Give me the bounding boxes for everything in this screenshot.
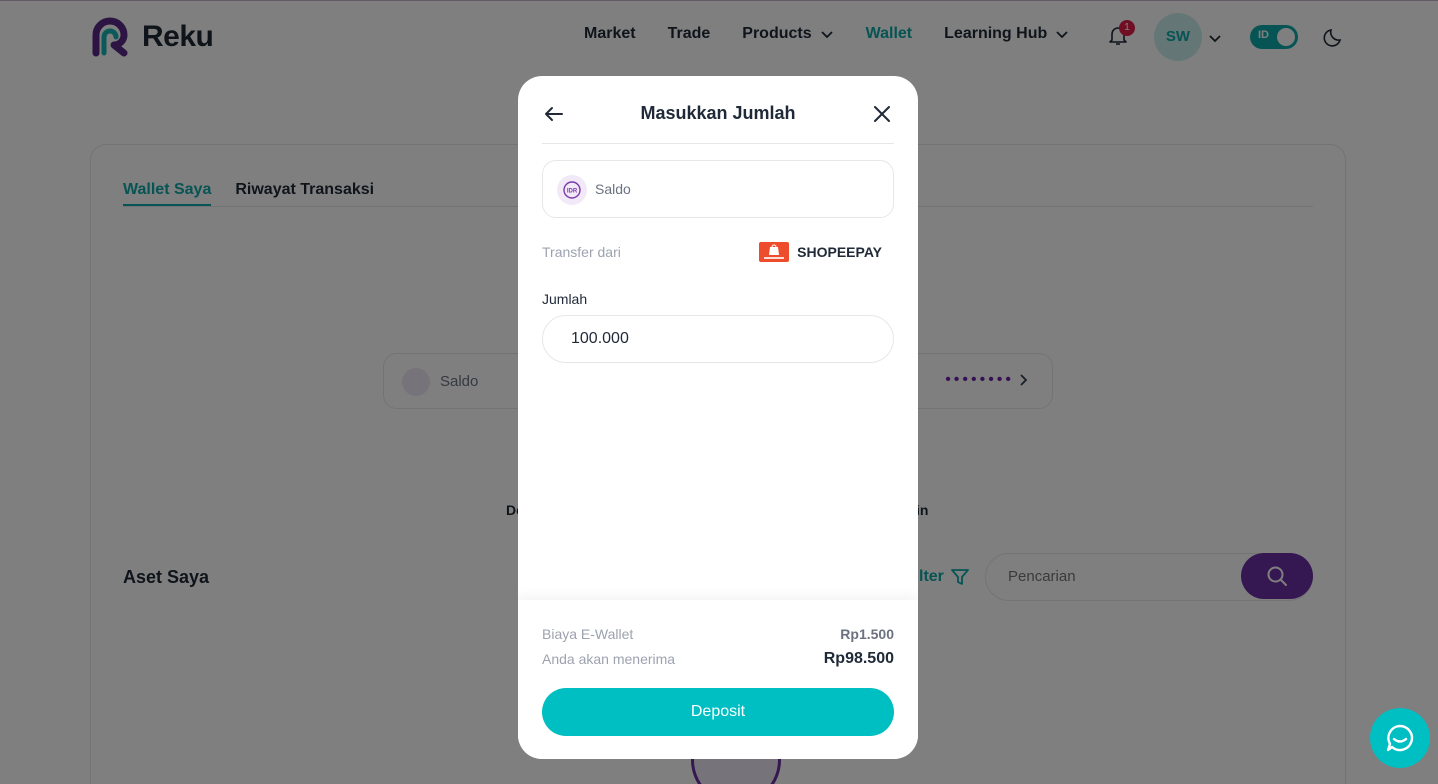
modal-header: Masukkan Jumlah	[542, 76, 894, 144]
svg-text:IDR: IDR	[567, 189, 578, 195]
receive-label: Anda akan menerima	[542, 651, 676, 667]
chat-icon	[1386, 724, 1414, 752]
transfer-from-label: Transfer dari	[542, 244, 621, 260]
fee-label: Biaya E-Wallet	[542, 626, 634, 642]
fee-row: Biaya E-Wallet Rp1.500	[542, 626, 894, 642]
fee-value: Rp1.500	[840, 626, 894, 642]
wallet-selector[interactable]: IDR Saldo	[542, 160, 894, 218]
shopeepay-logo-icon	[759, 242, 790, 262]
close-icon[interactable]	[870, 102, 894, 126]
amount-label: Jumlah	[542, 291, 588, 307]
chat-support-button[interactable]	[1370, 708, 1430, 768]
deposit-amount-modal: Masukkan Jumlah IDR Saldo Transfer dari …	[518, 76, 918, 759]
receive-value: Rp98.500	[823, 650, 894, 667]
amount-input[interactable]	[542, 315, 894, 363]
wallet-label: Saldo	[595, 181, 631, 197]
modal-title: Masukkan Jumlah	[640, 103, 796, 123]
deposit-button[interactable]: Deposit	[542, 688, 894, 736]
payment-method-name: SHOPEEPAY	[797, 244, 882, 260]
payment-method: SHOPEEPAY	[759, 242, 882, 262]
modal-footer: Biaya E-Wallet Rp1.500 Anda akan menerim…	[518, 600, 918, 759]
idr-coin-icon: IDR	[557, 175, 587, 205]
receive-row: Anda akan menerima Rp98.500	[542, 650, 894, 668]
